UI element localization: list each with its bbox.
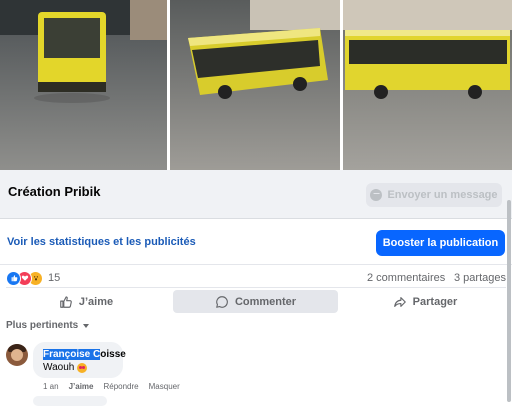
comment-sort-dropdown[interactable]: Plus pertinents — [6, 320, 90, 331]
comment-hide-link[interactable]: Masquer — [149, 382, 180, 391]
send-message-label: Envoyer un message — [387, 189, 498, 201]
comment-meta: 1 an J’aime Répondre Masquer — [43, 382, 180, 391]
caret-down-icon — [83, 323, 90, 328]
comment-author-rest: oisse — [100, 349, 126, 360]
comment-author-selected-text: Françoise C — [43, 349, 101, 360]
photo-1[interactable] — [0, 0, 167, 170]
comment-button[interactable]: Commenter — [173, 290, 338, 313]
page-name[interactable]: Création Pribik — [8, 184, 100, 199]
comments-count[interactable]: 2 commentaires — [367, 272, 445, 284]
divider — [6, 287, 506, 288]
comment-reply-link[interactable]: Répondre — [103, 382, 138, 391]
comment-author[interactable]: Françoise Coisse — [43, 349, 126, 360]
scrollbar[interactable] — [507, 200, 511, 402]
avatar[interactable] — [6, 344, 28, 366]
send-message-button[interactable]: Envoyer un message — [366, 183, 502, 207]
like-reaction-icon — [6, 270, 21, 286]
divider — [0, 218, 512, 219]
share-icon — [393, 296, 406, 307]
reaction-count[interactable]: 15 — [48, 272, 60, 284]
boost-post-button[interactable]: Booster la publication — [376, 230, 505, 256]
comment-label: Commenter — [234, 295, 297, 308]
photo-3[interactable] — [343, 0, 512, 170]
share-label: Partager — [412, 295, 458, 308]
comment-like-link[interactable]: J’aime — [69, 382, 94, 391]
comment-text: Waouh — [43, 362, 88, 373]
like-label: J’aime — [78, 295, 114, 308]
like-button[interactable]: J’aime — [6, 290, 166, 313]
photo-grid — [0, 0, 512, 170]
reaction-icons[interactable] — [6, 270, 43, 286]
thumbs-up-icon — [60, 295, 72, 308]
comment-text-body: Waouh — [43, 362, 75, 373]
messenger-icon — [370, 189, 383, 201]
divider — [0, 264, 512, 265]
share-button[interactable]: Partager — [345, 290, 505, 313]
next-comment-bubble — [33, 396, 107, 406]
photo-2[interactable] — [170, 0, 340, 170]
stats-link[interactable]: Voir les statistiques et les publicités — [7, 236, 196, 248]
comment-time[interactable]: 1 an — [43, 382, 59, 391]
comment-icon — [216, 295, 228, 308]
heart-eyes-emoji-icon — [77, 362, 88, 373]
shares-count[interactable]: 3 partages — [454, 272, 506, 284]
comment-sort-label: Plus pertinents — [6, 320, 79, 331]
